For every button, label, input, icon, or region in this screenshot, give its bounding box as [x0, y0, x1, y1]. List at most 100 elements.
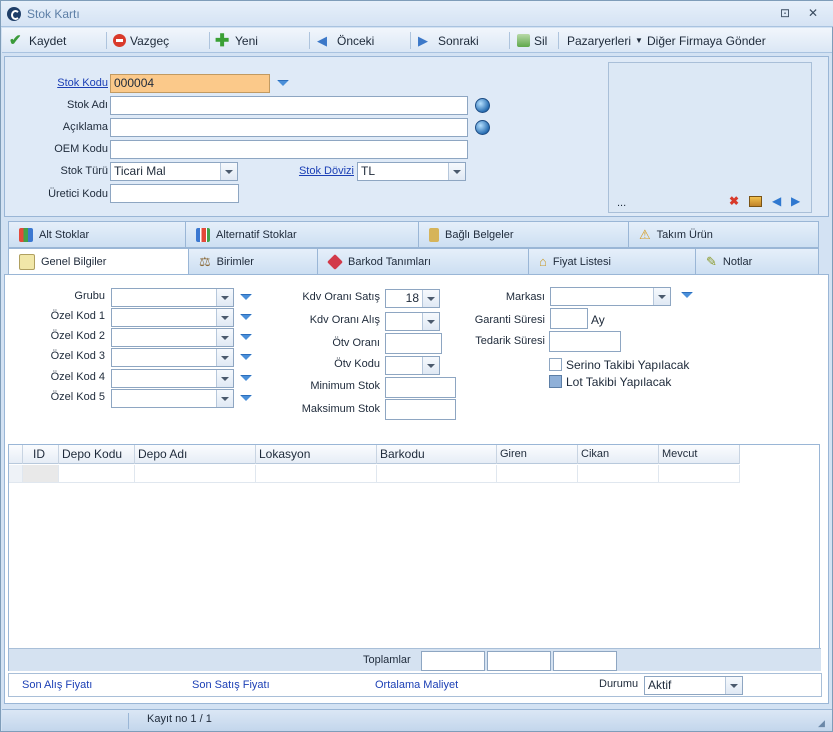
filter-icon[interactable] [240, 375, 252, 383]
lot-checkbox[interactable] [549, 375, 562, 388]
resize-grip-icon[interactable]: ◢ [818, 718, 825, 729]
dropdown-arrow-icon[interactable] [422, 357, 439, 374]
new-row-cell[interactable] [578, 465, 659, 483]
dropdown-arrow-icon[interactable] [725, 677, 742, 694]
son-satis-fiyati[interactable]: Son Satış Fiyatı [192, 679, 270, 691]
dropdown-arrow-icon[interactable] [220, 163, 237, 180]
new-row-cell[interactable] [135, 465, 256, 483]
col-depo-kodu[interactable]: Depo Kodu [59, 445, 135, 464]
tab-takim-urun[interactable]: ⚠ Takım Ürün [628, 221, 819, 248]
marketplaces-dropdown[interactable]: Pazaryerleri ▼ [567, 30, 643, 51]
dropdown-arrow-icon[interactable] [422, 313, 439, 330]
ozel-kod-4-select[interactable] [111, 369, 234, 388]
min-stok-input[interactable] [385, 377, 456, 398]
col-barkodu[interactable]: Barkodu [377, 445, 497, 464]
remove-image-icon[interactable]: ✖ [729, 194, 739, 208]
tab-bagli-belgeler[interactable]: Bağlı Belgeler [418, 221, 629, 248]
stok-kodu-input[interactable]: 000004 [110, 74, 270, 93]
lot-checkbox-row[interactable]: Lot Takibi Yapılacak [549, 374, 671, 389]
globe-icon[interactable] [475, 120, 490, 135]
max-stok-input[interactable] [385, 399, 456, 420]
tedarik-input[interactable] [549, 331, 621, 352]
filter-icon[interactable] [240, 334, 252, 342]
ortalama-maliyet[interactable]: Ortalama Maliyet [375, 679, 458, 691]
tab-alt-stoklar[interactable]: Alt Stoklar [8, 221, 186, 248]
stok-dovizi-select[interactable]: TL [357, 162, 466, 181]
tab-genel-bilgiler[interactable]: Genel Bilgiler [8, 248, 189, 275]
dropdown-arrow-icon[interactable] [653, 288, 670, 305]
son-alis-fiyati[interactable]: Son Alış Fiyatı [22, 679, 92, 691]
tab-notlar[interactable]: ✎ Notlar [695, 248, 819, 275]
image-load-icon[interactable] [749, 196, 762, 207]
globe-icon[interactable] [475, 98, 490, 113]
otv-kodu-select[interactable] [385, 356, 440, 375]
filter-icon[interactable] [240, 354, 252, 362]
new-row-cell[interactable] [497, 465, 578, 483]
new-row-cell[interactable] [377, 465, 497, 483]
image-next-icon[interactable]: ▶ [791, 194, 800, 208]
dropdown-arrow-icon[interactable] [216, 309, 233, 326]
col-id[interactable]: ID [23, 445, 59, 464]
col-giren[interactable]: Giren [497, 445, 578, 464]
new-row-cell[interactable] [256, 465, 377, 483]
stok-kodu-link[interactable]: Stok Kodu [41, 77, 108, 89]
stok-adi-input[interactable] [110, 96, 468, 115]
send-other-company-button[interactable]: Diğer Firmaya Gönder [647, 30, 766, 51]
durumu-select[interactable]: Aktif [644, 676, 743, 695]
close-icon[interactable]: ✕ [806, 6, 820, 20]
ozel-kod-3-select[interactable] [111, 348, 234, 367]
col-cikan[interactable]: Cikan [578, 445, 659, 464]
serino-checkbox[interactable] [549, 358, 562, 371]
stock-image-box[interactable]: ... ✖ ◀ ▶ [608, 62, 812, 213]
row-indicator[interactable] [9, 465, 23, 483]
filter-icon[interactable] [681, 292, 693, 300]
dropdown-arrow-icon[interactable] [216, 329, 233, 346]
otv-orani-input[interactable] [385, 333, 442, 354]
col-depo-adi[interactable]: Depo Adı [135, 445, 256, 464]
stok-dovizi-link[interactable]: Stok Dövizi [287, 165, 354, 177]
status-separator [128, 713, 129, 729]
dropdown-arrow-icon[interactable] [422, 290, 439, 307]
previous-button[interactable]: ◀ Önceki [317, 30, 374, 51]
cancel-button[interactable]: Vazgeç [113, 30, 169, 51]
ozel-kod-2-select[interactable] [111, 328, 234, 347]
oem-kodu-input[interactable] [110, 140, 468, 159]
dropdown-arrow-icon[interactable] [216, 370, 233, 387]
filter-icon[interactable] [240, 314, 252, 322]
restore-icon[interactable]: ⊡ [778, 6, 792, 20]
save-button[interactable]: ✔ Kaydet [9, 30, 66, 51]
delete-button[interactable]: Sil [517, 30, 547, 51]
house-icon: ⌂ [539, 254, 547, 269]
image-prev-icon[interactable]: ◀ [772, 194, 781, 208]
next-button[interactable]: ▶ Sonraki [418, 30, 479, 51]
col-mevcut[interactable]: Mevcut [659, 445, 740, 464]
tab-alternatif-stoklar[interactable]: Alternatif Stoklar [185, 221, 419, 248]
dropdown-arrow-icon[interactable] [216, 289, 233, 306]
dropdown-arrow-icon[interactable] [216, 349, 233, 366]
kdv-satis-select[interactable]: 18 [385, 289, 440, 308]
tab-barkod-tanimlari[interactable]: Barkod Tanımları [317, 248, 529, 275]
dropdown-arrow-icon[interactable] [448, 163, 465, 180]
col-lokasyon[interactable]: Lokasyon [256, 445, 377, 464]
ozel-kod-1-select[interactable] [111, 308, 234, 327]
filter-icon[interactable] [277, 80, 289, 88]
dropdown-arrow-icon[interactable] [216, 390, 233, 407]
stok-turu-select[interactable]: Ticari Mal [110, 162, 238, 181]
serino-checkbox-row[interactable]: Serino Takibi Yapılacak [549, 357, 689, 372]
check-icon: ✔ [9, 31, 22, 49]
new-row-cell[interactable] [659, 465, 740, 483]
filter-icon[interactable] [240, 294, 252, 302]
filter-icon[interactable] [240, 395, 252, 403]
new-row-cell[interactable] [59, 465, 135, 483]
new-row-cell[interactable] [23, 465, 59, 483]
uretici-kodu-input[interactable] [110, 184, 239, 203]
tab-fiyat-listesi[interactable]: ⌂ Fiyat Listesi [528, 248, 696, 275]
kdv-alis-select[interactable] [385, 312, 440, 331]
grubu-select[interactable] [111, 288, 234, 307]
ozel-kod-5-select[interactable] [111, 389, 234, 408]
garanti-input[interactable] [550, 308, 588, 329]
tab-birimler[interactable]: ⚖ Birimler [188, 248, 318, 275]
new-button[interactable]: ✚ Yeni [215, 30, 258, 51]
markasi-select[interactable] [550, 287, 671, 306]
aciklama-input[interactable] [110, 118, 468, 137]
